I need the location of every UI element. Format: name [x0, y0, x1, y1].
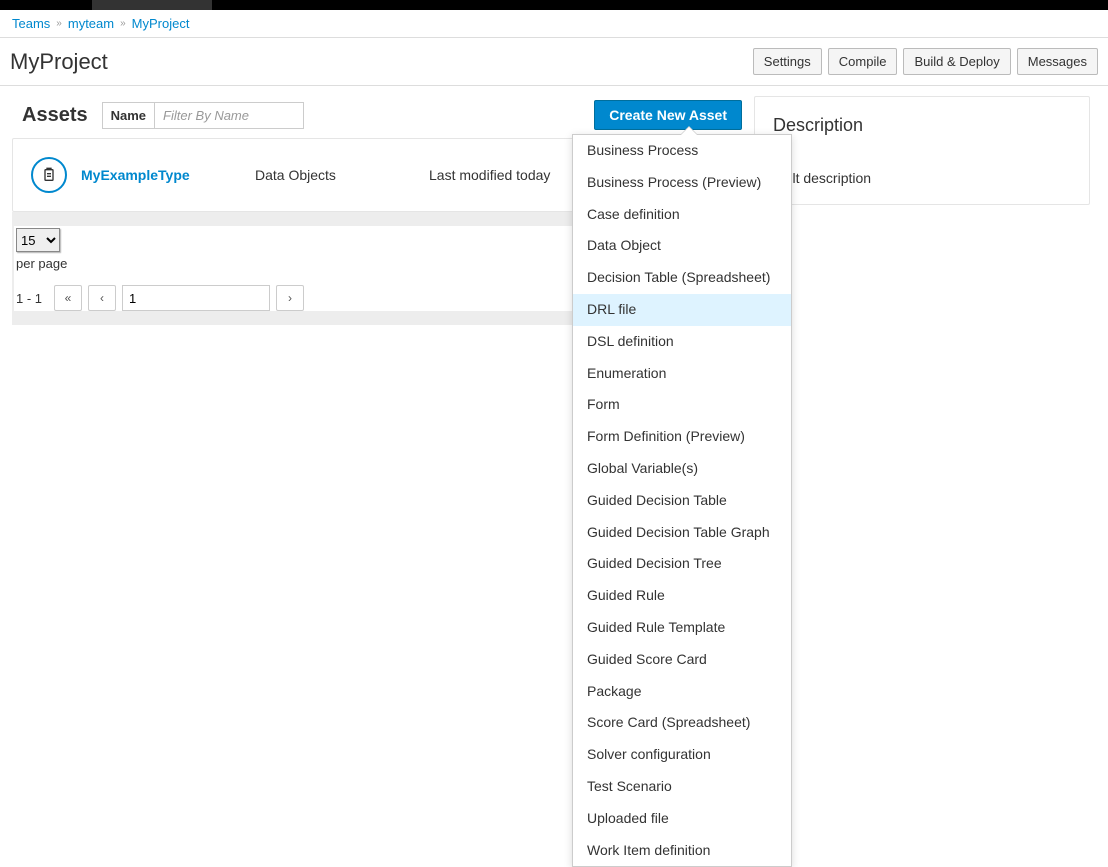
header-buttons: Settings Compile Build & Deploy Messages	[753, 48, 1098, 75]
description-title: Description	[773, 115, 1071, 136]
dropdown-item[interactable]: DRL file	[573, 294, 791, 326]
breadcrumb-teams[interactable]: Teams	[12, 16, 50, 31]
dropdown-item[interactable]: Business Process (Preview)	[573, 167, 791, 199]
dropdown-item[interactable]: Package	[573, 676, 791, 708]
dropdown-item[interactable]: DSL definition	[573, 326, 791, 358]
dropdown-item[interactable]: Uploaded file	[573, 803, 791, 835]
dropdown-item[interactable]: Guided Decision Tree	[573, 548, 791, 580]
per-page-select[interactable]: 15	[16, 228, 60, 252]
asset-type: Data Objects	[255, 167, 415, 183]
filter-group: Name	[102, 102, 304, 129]
dropdown-item[interactable]: Guided Rule	[573, 580, 791, 612]
pager-next-button[interactable]: ›	[276, 285, 304, 311]
dropdown-item[interactable]: Work Item definition	[573, 835, 791, 867]
chevron-right-icon: »	[56, 18, 62, 29]
dropdown-caret-icon	[681, 127, 697, 135]
build-deploy-button[interactable]: Build & Deploy	[903, 48, 1010, 75]
dropdown-item[interactable]: Guided Decision Table Graph	[573, 517, 791, 549]
data-object-icon	[31, 157, 67, 193]
settings-button[interactable]: Settings	[753, 48, 822, 75]
chevron-right-icon: »	[120, 18, 126, 29]
filter-name-input[interactable]	[154, 102, 304, 129]
dropdown-item[interactable]: Data Object	[573, 230, 791, 262]
description-text: fault description	[773, 170, 1071, 186]
dropdown-item[interactable]: Solver configuration	[573, 739, 791, 771]
dropdown-item[interactable]: Guided Rule Template	[573, 612, 791, 644]
per-page-label: per page	[16, 256, 67, 271]
dropdown-item[interactable]: Decision Table (Spreadsheet)	[573, 262, 791, 294]
asset-name-link[interactable]: MyExampleType	[81, 167, 241, 183]
pager-first-button[interactable]: «	[54, 285, 82, 311]
dropdown-item[interactable]: Test Scenario	[573, 771, 791, 803]
dropdown-item[interactable]: Case definition	[573, 199, 791, 231]
page-title: MyProject	[10, 49, 108, 75]
compile-button[interactable]: Compile	[828, 48, 898, 75]
app-top-bar	[0, 0, 1108, 10]
breadcrumb-myteam[interactable]: myteam	[68, 16, 114, 31]
top-bar-active-tab	[92, 0, 212, 10]
dropdown-item[interactable]: Score Card (Spreadsheet)	[573, 707, 791, 739]
dropdown-item[interactable]: Guided Score Card	[573, 644, 791, 676]
messages-button[interactable]: Messages	[1017, 48, 1098, 75]
create-new-asset-button[interactable]: Create New Asset	[594, 100, 742, 130]
create-asset-dropdown: Business ProcessBusiness Process (Previe…	[572, 134, 792, 867]
asset-modified: Last modified today	[429, 167, 550, 183]
header-bar: MyProject Settings Compile Build & Deplo…	[0, 38, 1108, 86]
dropdown-item[interactable]: Form	[573, 389, 791, 421]
description-panel: Description fault description	[754, 96, 1090, 205]
pager-page-input[interactable]	[122, 285, 270, 311]
assets-title: Assets	[22, 104, 88, 127]
pager-prev-button[interactable]: ‹	[88, 285, 116, 311]
dropdown-item[interactable]: Form Definition (Preview)	[573, 421, 791, 453]
breadcrumb: Teams » myteam » MyProject	[0, 10, 1108, 38]
filter-label: Name	[102, 102, 154, 129]
dropdown-item[interactable]: Global Variable(s)	[573, 453, 791, 485]
dropdown-item[interactable]: Enumeration	[573, 358, 791, 390]
dropdown-item[interactable]: Guided Decision Table	[573, 485, 791, 517]
dropdown-item[interactable]: Business Process	[573, 135, 791, 167]
breadcrumb-myproject[interactable]: MyProject	[132, 16, 190, 31]
pager-range: 1 - 1	[16, 291, 48, 306]
